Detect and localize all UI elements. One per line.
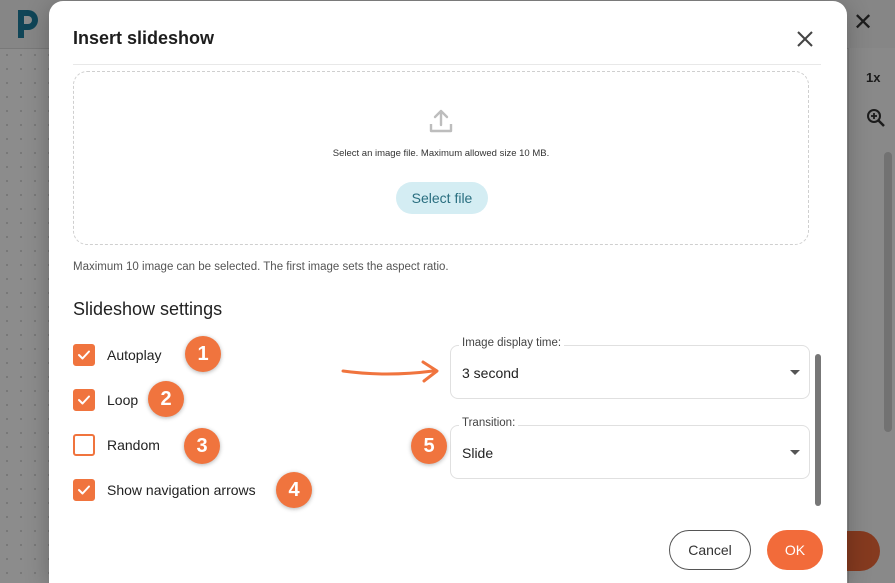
dialog-title: Insert slideshow xyxy=(73,28,215,48)
cancel-button[interactable]: Cancel xyxy=(669,530,751,570)
checkmark-icon xyxy=(78,350,90,360)
transition-value: Slide xyxy=(462,445,494,461)
navigation-arrows-checkbox[interactable] xyxy=(73,479,95,501)
checkmark-icon xyxy=(78,485,90,495)
settings-heading: Slideshow settings xyxy=(73,299,223,319)
random-label: Random xyxy=(107,437,160,453)
navigation-arrows-label: Show navigation arrows xyxy=(107,482,256,498)
header-divider xyxy=(73,64,821,65)
file-dropzone[interactable]: Select an image file. Maximum allowed si… xyxy=(73,71,809,245)
annotation-badge-1: 1 xyxy=(185,336,221,372)
checkmark-icon xyxy=(78,395,90,405)
display-time-label: Image display time: xyxy=(459,337,565,349)
selection-hint: Maximum 10 image can be selected. The fi… xyxy=(73,261,449,273)
loop-checkbox[interactable] xyxy=(73,389,95,411)
random-checkbox[interactable] xyxy=(73,434,95,456)
navigation-arrows-option[interactable]: Show navigation arrows xyxy=(73,478,256,502)
chevron-down-icon xyxy=(790,370,800,375)
annotation-badge-3: 3 xyxy=(184,428,220,464)
annotation-badge-4: 4 xyxy=(276,472,312,508)
display-time-value: 3 second xyxy=(462,365,519,381)
select-file-button[interactable]: Select file xyxy=(396,182,488,214)
loop-option[interactable]: Loop xyxy=(73,388,138,412)
random-option[interactable]: Random xyxy=(73,433,160,457)
autoplay-checkbox[interactable] xyxy=(73,344,95,366)
chevron-down-icon xyxy=(790,450,800,455)
arrow-right-icon xyxy=(341,360,439,383)
annotation-badge-2: 2 xyxy=(148,381,184,417)
close-icon[interactable] xyxy=(794,28,816,50)
loop-label: Loop xyxy=(107,392,139,408)
settings-scrollbar[interactable] xyxy=(815,354,821,506)
annotation-badge-5: 5 xyxy=(411,428,447,464)
display-time-select[interactable]: Image display time: 3 second xyxy=(450,337,810,399)
ok-button[interactable]: OK xyxy=(767,530,823,570)
autoplay-option[interactable]: Autoplay xyxy=(73,343,161,367)
transition-label: Transition: xyxy=(459,417,519,429)
autoplay-label: Autoplay xyxy=(107,347,162,363)
insert-slideshow-dialog: Insert slideshow Select an image file. M… xyxy=(49,1,847,583)
dropzone-instructions: Select an image file. Maximum allowed si… xyxy=(332,148,550,159)
upload-icon xyxy=(429,109,453,133)
transition-select[interactable]: Transition: Slide xyxy=(450,417,810,479)
